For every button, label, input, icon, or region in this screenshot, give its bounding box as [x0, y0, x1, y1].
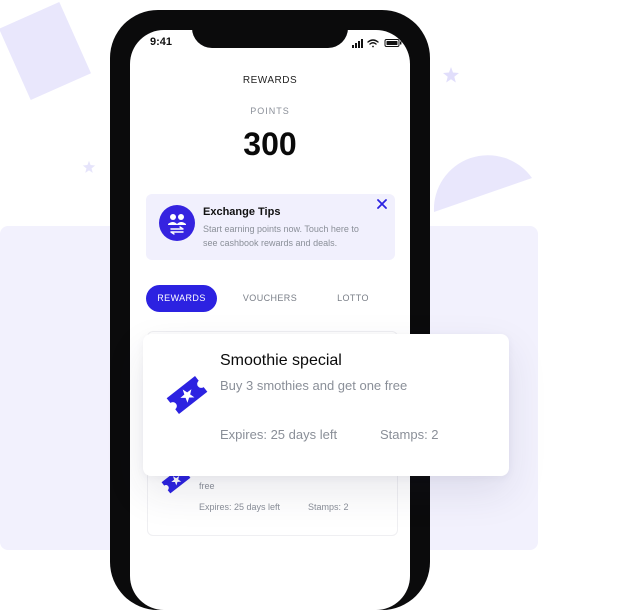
users-exchange-icon — [168, 214, 186, 235]
close-icon[interactable] — [376, 198, 388, 210]
tips-body: Start earning points now. Touch here to … — [203, 224, 359, 248]
decorative-square — [0, 1, 92, 101]
status-icons — [352, 39, 402, 48]
reward-title: Smoothie special — [220, 352, 342, 369]
ticket-star-icon — [166, 376, 208, 414]
reward-stamps: Stamps: 2 — [380, 427, 439, 442]
tab-rewards[interactable]: REWARDS — [146, 285, 217, 312]
reward-card-description: free — [199, 481, 215, 491]
reward-card-expires: Expires: 25 days left — [199, 502, 281, 512]
status-time: 9:41 — [150, 36, 173, 48]
tips-avatar — [159, 205, 195, 241]
reward-expires: Expires: 25 days left — [220, 427, 338, 442]
decorative-semicircle — [433, 155, 532, 212]
points-value: 300 — [243, 126, 297, 162]
tab-vouchers[interactable]: VOUCHERS — [236, 285, 304, 312]
wifi-icon — [367, 39, 379, 48]
signal-icon — [352, 39, 363, 48]
phone-notch — [192, 10, 348, 48]
decorative-star-icon — [82, 160, 96, 173]
reward-description: Buy 3 smothies and get one free — [220, 378, 408, 393]
decorative-star-icon — [443, 67, 459, 83]
reward-card-stamps: Stamps: 2 — [308, 502, 349, 512]
points-label: POINTS — [250, 106, 290, 116]
tips-title: Exchange Tips — [203, 206, 281, 218]
battery-icon — [384, 39, 402, 47]
tab-lotto[interactable]: LOTTO — [325, 285, 381, 312]
page-title: REWARDS — [242, 75, 298, 86]
